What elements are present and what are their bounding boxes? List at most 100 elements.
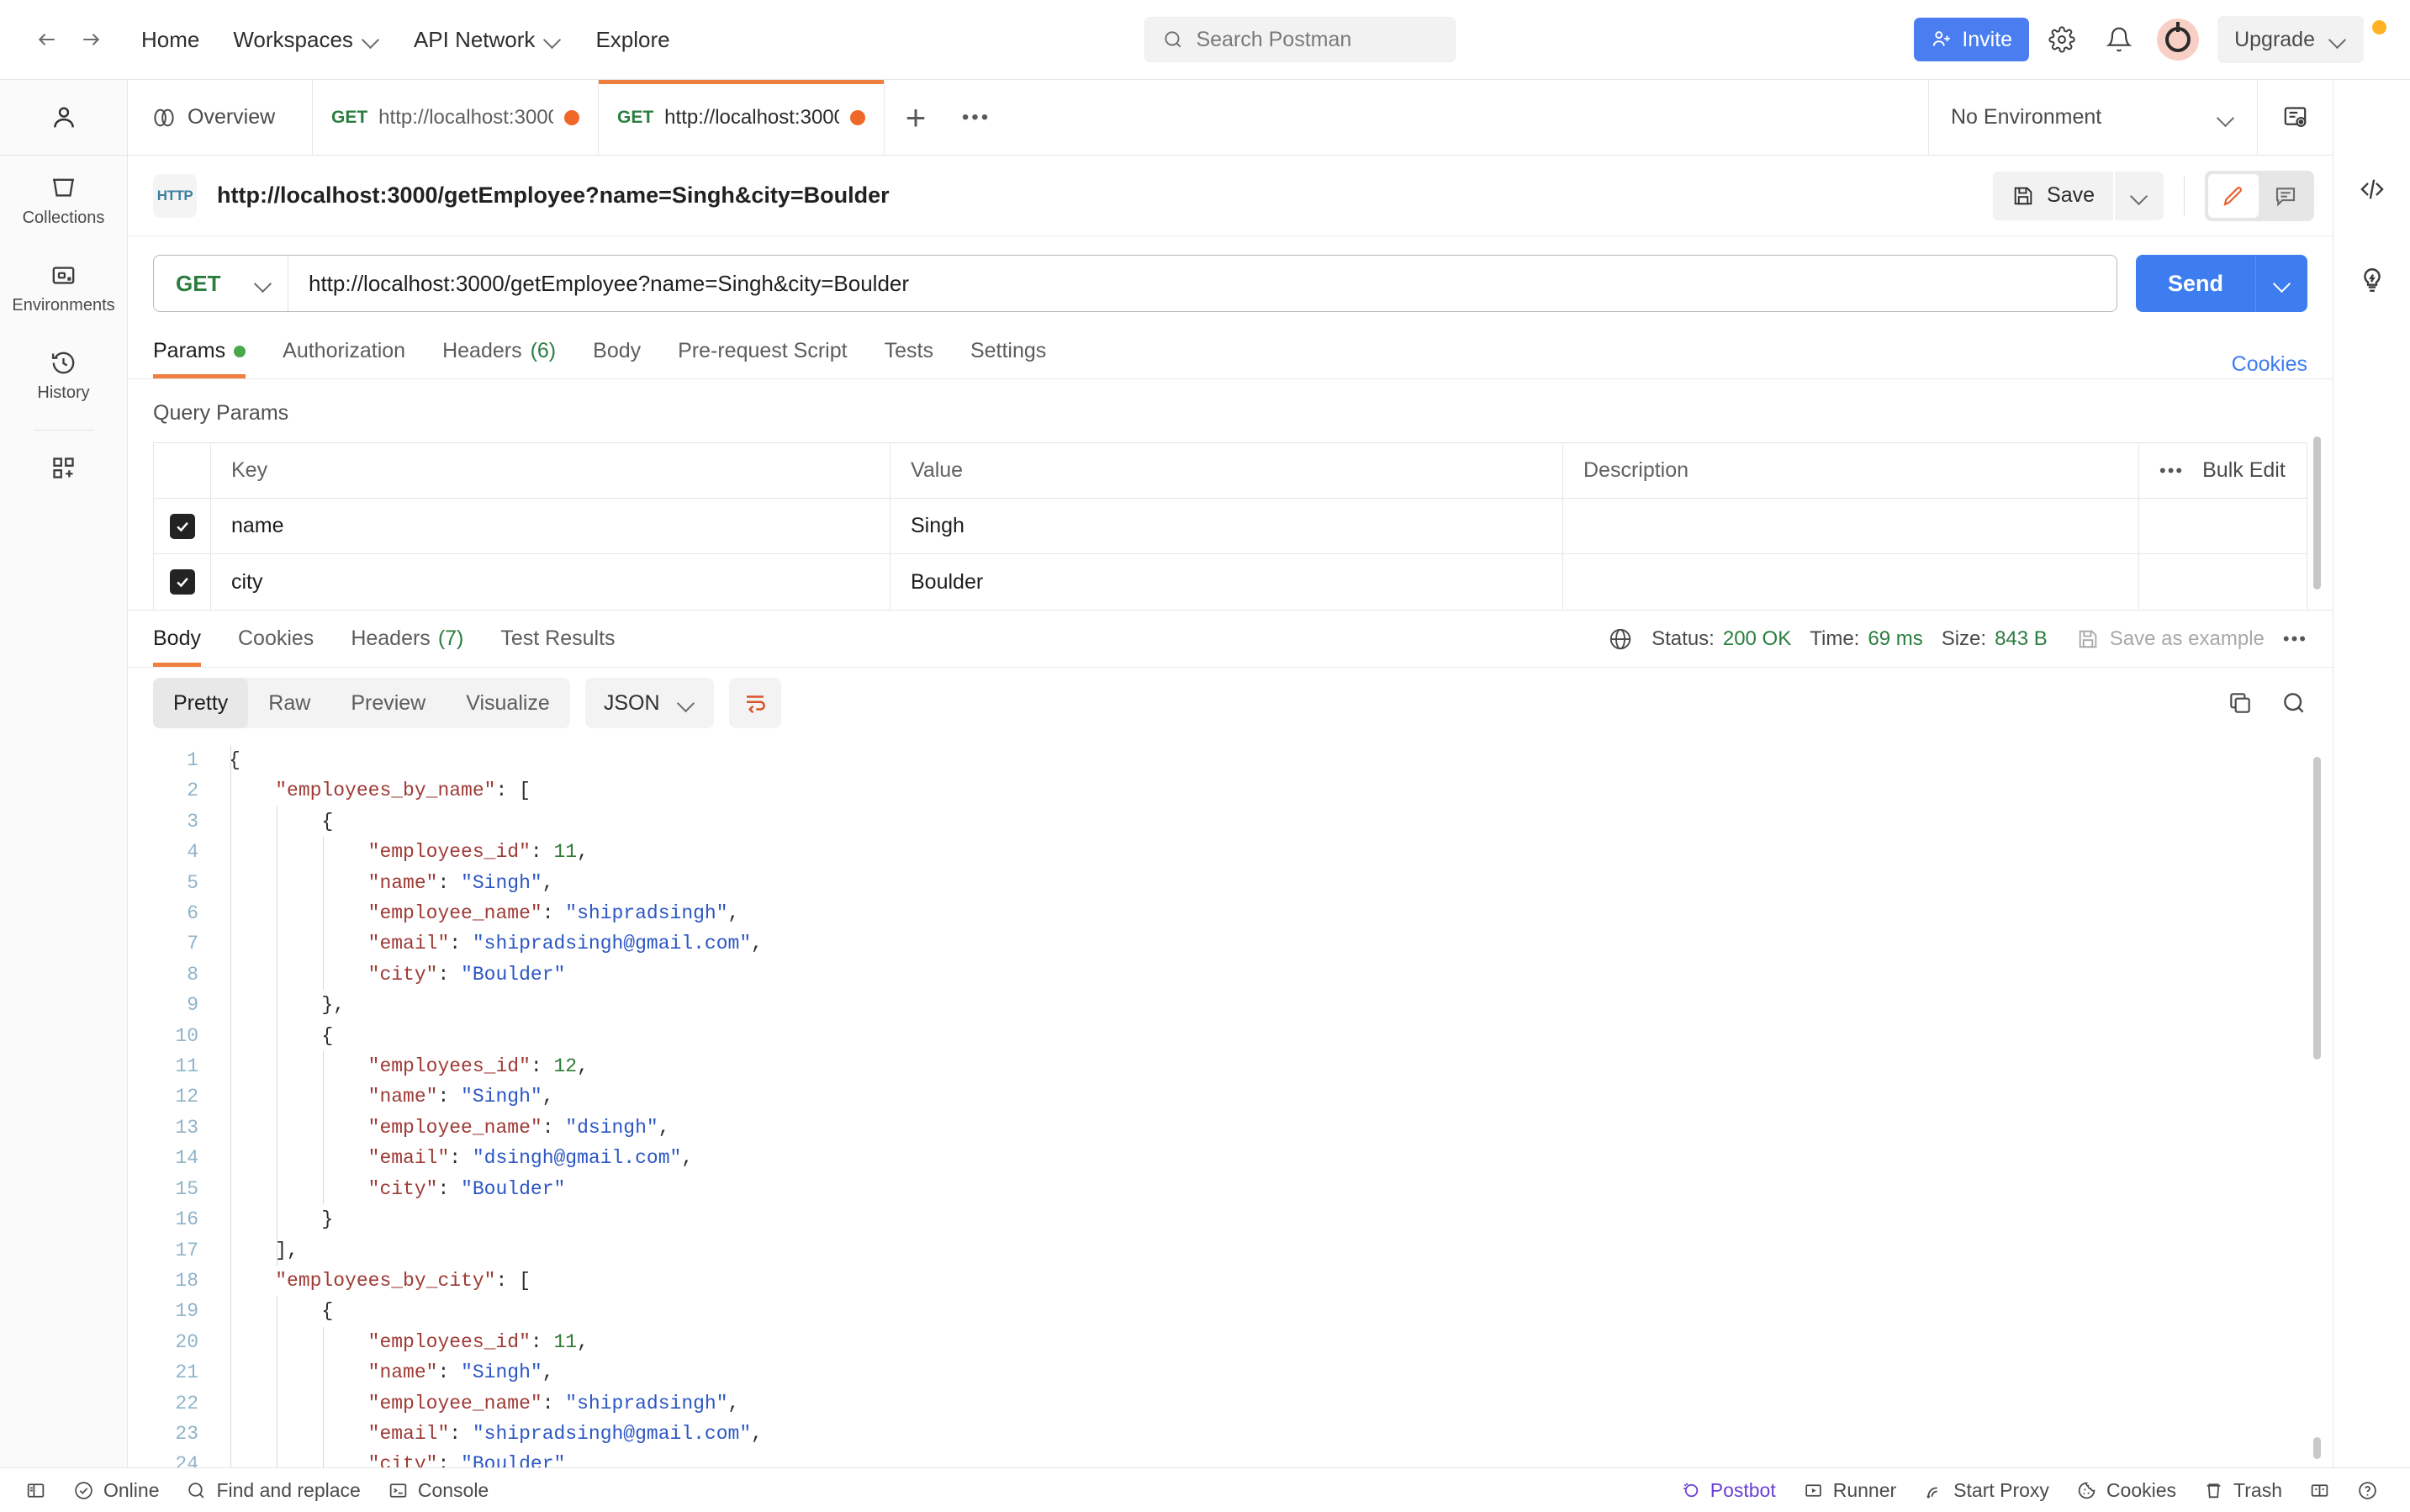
line-number: 13	[175, 1116, 198, 1139]
overview-icon	[154, 108, 174, 126]
response-tab-body[interactable]: Body	[153, 611, 219, 667]
response-more-button[interactable]: •••	[2283, 628, 2307, 650]
copy-icon[interactable]	[2227, 690, 2254, 716]
tab-params[interactable]: Params	[153, 327, 264, 378]
response-scrollbar[interactable]	[2313, 757, 2321, 1060]
cookie-icon	[2078, 1482, 2096, 1499]
tab-settings[interactable]: Settings	[952, 327, 1065, 378]
code-snippet-button[interactable]	[2350, 167, 2394, 211]
postbot-button[interactable]: Postbot	[1667, 1472, 1789, 1509]
upgrade-button[interactable]: Upgrade	[2217, 16, 2364, 63]
row-checkbox[interactable]	[169, 569, 195, 595]
nav-api-network[interactable]: API Network	[397, 19, 579, 61]
tab-headers[interactable]: Headers (6)	[424, 327, 574, 378]
format-visualize[interactable]: Visualize	[446, 678, 570, 728]
nav-home[interactable]: Home	[124, 19, 216, 61]
response-body-code[interactable]: { "employees_by_name": [ { "employees_id…	[214, 738, 2333, 1467]
tab-pre-request-script[interactable]: Pre-request Script	[659, 327, 865, 378]
avatar[interactable]	[2157, 19, 2200, 61]
invite-button[interactable]: Invite	[1914, 18, 2030, 61]
format-preview[interactable]: Preview	[330, 678, 446, 728]
runner-button[interactable]: Runner	[1789, 1472, 1910, 1509]
wrap-lines-button[interactable]	[728, 678, 781, 728]
postman-app: Home Workspaces API Network Explore Sear…	[0, 0, 2410, 1512]
search-icon[interactable]	[2281, 690, 2307, 716]
row-value-cell[interactable]: Boulder	[891, 554, 1563, 610]
cookies-link[interactable]: Cookies	[2232, 352, 2307, 378]
start-proxy-button[interactable]: Start Proxy	[1910, 1472, 2063, 1509]
trash-button[interactable]: Trash	[2190, 1472, 2296, 1509]
table-row: name Singh	[154, 499, 2307, 554]
sidebar-item-environments[interactable]: Environments	[0, 243, 127, 330]
line-number: 8	[187, 963, 198, 986]
environment-quick-look-button[interactable]	[2257, 80, 2333, 155]
nav-api-network-label: API Network	[413, 26, 536, 52]
environment-selector[interactable]: No Environment	[1929, 80, 2257, 155]
settings-button[interactable]	[2037, 15, 2086, 64]
sidebar-new-button[interactable]	[0, 436, 127, 497]
sidebar-divider	[33, 430, 94, 431]
save-as-example-button[interactable]: Save as example	[2076, 627, 2265, 651]
tab-options-button[interactable]: •••	[947, 80, 1006, 155]
row-key-cell[interactable]: city	[211, 554, 891, 610]
line-number: 14	[175, 1147, 198, 1170]
sidebar-toggle-button[interactable]	[12, 1472, 60, 1509]
send-button[interactable]: Send	[2135, 255, 2255, 312]
sidebar-item-history[interactable]: History	[0, 330, 127, 418]
play-icon	[1805, 1483, 1821, 1497]
code-line: {	[321, 1300, 334, 1323]
nav-workspaces[interactable]: Workspaces	[216, 19, 397, 61]
environments-icon	[52, 267, 75, 284]
layout-icon	[2311, 1483, 2328, 1497]
response-tab-cookies[interactable]: Cookies	[219, 611, 332, 667]
sidebar-item-collections[interactable]: Collections	[0, 156, 127, 243]
response-tab-headers[interactable]: Headers (7)	[332, 611, 482, 667]
notifications-button[interactable]	[2095, 15, 2143, 64]
bulk-edit-button[interactable]: Bulk Edit	[2202, 458, 2286, 483]
response-scrollbar-bottom[interactable]	[2313, 1437, 2321, 1459]
nav-explore[interactable]: Explore	[579, 19, 686, 61]
save-options-button[interactable]	[2115, 171, 2164, 220]
back-button[interactable]	[25, 18, 69, 61]
more-horizontal-icon[interactable]: •••	[2159, 460, 2184, 482]
tab-overview[interactable]: Overview	[128, 80, 313, 155]
row-key-cell[interactable]: name	[211, 499, 891, 553]
response-language-selector[interactable]: JSON	[584, 678, 714, 728]
url-input[interactable]: http://localhost:3000/getEmployee?name=S…	[288, 256, 2117, 311]
sidebar-user-button[interactable]	[0, 80, 127, 156]
new-tab-button[interactable]: +	[885, 80, 947, 155]
params-scrollbar[interactable]	[2313, 436, 2321, 589]
layout-button[interactable]	[2296, 1472, 2344, 1509]
search-icon	[1165, 31, 1181, 48]
row-checkbox[interactable]	[169, 513, 195, 539]
edit-mode-button[interactable]	[2208, 173, 2259, 218]
find-and-replace-button[interactable]: Find and replace	[172, 1472, 373, 1509]
forward-button[interactable]	[69, 18, 113, 61]
tab-tests[interactable]: Tests	[866, 327, 952, 378]
row-description-cell[interactable]	[1563, 499, 2138, 553]
tab-body[interactable]: Body	[574, 327, 659, 378]
response-tab-test-results[interactable]: Test Results	[482, 611, 633, 667]
tab-authorization[interactable]: Authorization	[264, 327, 424, 378]
query-params-title: Query Params	[153, 401, 289, 425]
row-value-cell[interactable]: Singh	[891, 499, 1563, 553]
format-pretty[interactable]: Pretty	[153, 678, 249, 728]
search-input[interactable]: Search Postman	[1144, 17, 1456, 62]
save-button[interactable]: Save	[1993, 171, 2113, 220]
status-online[interactable]: Online	[60, 1472, 172, 1509]
comment-button[interactable]	[2260, 174, 2311, 218]
status-bar-right: Postbot Runner Start Proxy Cookies Trash	[1667, 1472, 2392, 1509]
documentation-button[interactable]	[2350, 258, 2394, 302]
format-raw[interactable]: Raw	[248, 678, 330, 728]
request-tab-1[interactable]: GET http://localhost:3000/	[313, 80, 599, 155]
send-options-button[interactable]	[2255, 255, 2307, 312]
row-description-cell[interactable]	[1563, 554, 2138, 610]
help-button[interactable]	[2344, 1472, 2392, 1509]
request-tab-2[interactable]: GET http://localhost:3000/g	[599, 80, 885, 155]
cookies-button[interactable]: Cookies	[2063, 1472, 2190, 1509]
method-selector[interactable]: GET	[154, 256, 288, 311]
app-body: Collections Environments History Overvie	[0, 80, 2410, 1467]
response-body-viewer[interactable]: 1 2 3 4 5 6 7 8 9 10 11 12 13 14 15 16 17 18 19 20 21 22 23 24 …	[128, 738, 2333, 1467]
console-button[interactable]: Console	[374, 1472, 502, 1509]
request-tab-1-method: GET	[331, 107, 368, 127]
